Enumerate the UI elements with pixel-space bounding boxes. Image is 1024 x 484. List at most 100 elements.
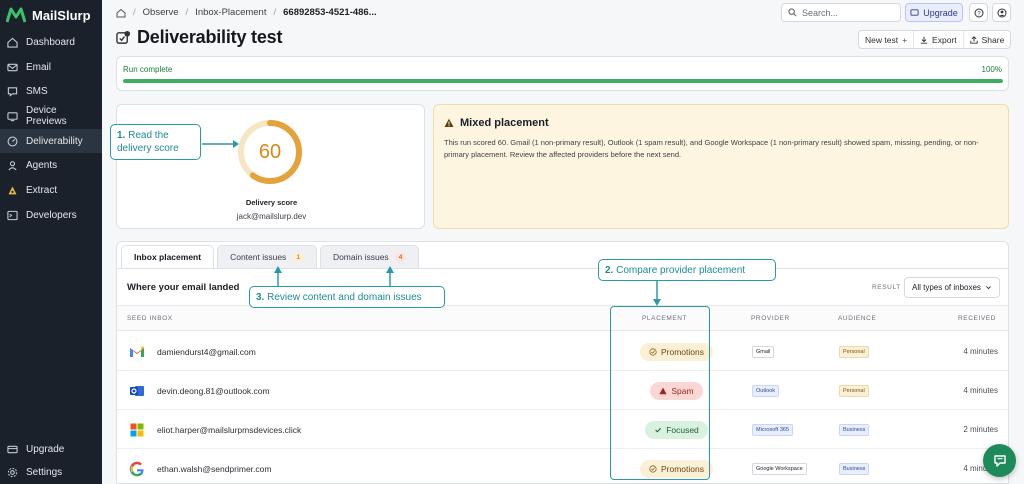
topbar: / Observe / Inbox-Placement / 66892853-4…	[102, 0, 1024, 26]
placement-card: Inbox placement Content issues 1 Domain …	[116, 241, 1009, 484]
received-time: 4 minutes	[963, 386, 998, 395]
col-seed-inbox: SEED INBOX	[127, 315, 173, 322]
user-icon	[997, 8, 1006, 17]
received-time: 4 minutes	[963, 347, 998, 356]
sidebar-item-label: SMS	[26, 86, 48, 98]
callout-read-score: 1. Read the delivery score	[110, 124, 201, 160]
home-icon[interactable]	[116, 8, 126, 18]
home-icon	[7, 37, 18, 48]
callout-number: 3.	[256, 292, 265, 303]
sidebar-item-settings[interactable]: Settings	[0, 461, 102, 484]
callout-compare-placement: 2. Compare provider placement	[598, 259, 776, 281]
breadcrumb: / Observe / Inbox-Placement / 66892853-4…	[116, 7, 377, 18]
breadcrumb-separator: /	[133, 7, 136, 18]
sidebar-item-extract[interactable]: Extract	[0, 178, 102, 203]
page-title: Deliverability test	[137, 27, 283, 47]
search-placeholder: Search...	[802, 7, 839, 18]
result-select-value: All types of inboxes	[912, 283, 981, 292]
breadcrumb-observe[interactable]: Observe	[143, 7, 179, 18]
col-provider: PROVIDER	[751, 315, 790, 322]
chat-icon	[7, 86, 18, 97]
tab-domain-issues[interactable]: Domain issues 4	[319, 245, 420, 268]
new-test-label: New test	[865, 34, 899, 45]
brand[interactable]: MailSlurp	[0, 0, 102, 30]
placement-badge: Promotions	[640, 342, 713, 361]
breadcrumb-inbox-placement[interactable]: Inbox-Placement	[195, 7, 266, 18]
brand-name: MailSlurp	[32, 7, 91, 23]
audience-tag: Business	[839, 423, 870, 436]
mixed-placement-text: This run scored 60. Gmail (1 non-primary…	[444, 138, 979, 159]
sidebar-item-label: Extract	[26, 184, 58, 196]
provider-tag: Google Workspace	[752, 462, 807, 475]
sidebar-item-dashboard[interactable]: Dashboard	[0, 30, 102, 55]
device-icon	[7, 111, 18, 122]
tab-content-issues[interactable]: Content issues 1	[217, 245, 317, 268]
account-button[interactable]	[992, 3, 1011, 22]
terminal-icon	[7, 210, 18, 221]
tab-badge: 1	[292, 252, 304, 262]
upgrade-icon	[910, 9, 919, 16]
table-row[interactable]: ethan.walsh@sendprimer.com Promotions Goog…	[117, 449, 1008, 483]
placement-badge: Focused	[645, 420, 708, 439]
tab-bar: Inbox placement Content issues 1 Domain …	[121, 245, 420, 268]
mixed-placement-heading: Mixed placement	[460, 117, 549, 129]
table-row[interactable]: eliot.harper@mailslurpmsdevices.click Foc…	[117, 410, 1008, 449]
sidebar-item-device-previews[interactable]: Device Previews	[0, 104, 102, 129]
extract-icon	[7, 185, 18, 196]
chevron-down-icon	[986, 286, 991, 290]
result-select[interactable]: All types of inboxes	[904, 277, 1000, 298]
sidebar-item-upgrade[interactable]: Upgrade	[0, 438, 102, 461]
share-button[interactable]: Share	[964, 31, 1011, 48]
callout-text: Compare provider placement	[616, 265, 746, 276]
sidebar-item-label: Deliverability	[26, 135, 83, 147]
sidebar-nav: Dashboard Email SMS Device Previews Delivera…	[0, 30, 102, 228]
help-button[interactable]: ?	[969, 3, 988, 22]
callout-text: delivery score	[117, 143, 179, 154]
help-icon: ?	[974, 8, 983, 17]
sidebar-item-label: Agents	[26, 160, 58, 172]
provider-tag: Outlook	[752, 384, 779, 397]
sidebar-item-email[interactable]: Email	[0, 55, 102, 80]
export-button[interactable]: Export	[914, 31, 964, 48]
callout-number: 2.	[605, 265, 614, 276]
microsoft-icon	[129, 422, 145, 438]
seed-inbox-email[interactable]: damiendurst4@gmail.com	[157, 347, 256, 357]
promotions-icon	[649, 464, 657, 473]
gmail-icon	[129, 344, 145, 360]
progress-fill	[123, 79, 1003, 83]
chat-button[interactable]	[983, 444, 1016, 477]
tabs-divider	[117, 268, 1008, 269]
sidebar-item-deliverability[interactable]: Deliverability	[0, 128, 102, 154]
page-title-row: Deliverability test	[116, 27, 282, 48]
table-row[interactable]: damiendurst4@gmail.com Promotions Gmail Per…	[117, 332, 1008, 371]
upgrade-icon	[7, 444, 18, 455]
new-test-button[interactable]: New test +	[859, 31, 915, 48]
table-row[interactable]: devin.deong.81@outlook.com Spam Outlook Per…	[117, 371, 1008, 410]
score-email: jack@mailslurp.dev	[236, 212, 307, 221]
sidebar-item-agents[interactable]: Agents	[0, 153, 102, 178]
mixed-placement-card: Mixed placement This run scored 60. Gmai…	[433, 104, 1009, 229]
progress-percent: 100%	[981, 65, 1002, 74]
upgrade-button[interactable]: Upgrade	[905, 3, 963, 22]
search-input[interactable]: Search...	[781, 3, 901, 22]
tab-inbox-placement[interactable]: Inbox placement	[121, 245, 215, 268]
tab-label: Domain issues	[332, 252, 389, 262]
gear-icon	[7, 467, 18, 478]
agent-icon	[7, 160, 18, 171]
seed-inbox-email[interactable]: devin.deong.81@outlook.com	[157, 386, 270, 396]
plus-icon: +	[902, 34, 908, 45]
callout-review-issues: 3. Review content and domain issues	[249, 286, 445, 308]
sidebar-item-label: Email	[26, 61, 52, 73]
score-value: 60	[258, 140, 282, 163]
seed-inbox-email[interactable]: ethan.walsh@sendprimer.com	[157, 464, 271, 474]
sidebar-item-label: Device Previews	[26, 105, 67, 128]
seed-inbox-email[interactable]: eliot.harper@mailslurpmsdevices.click	[157, 425, 301, 435]
audience-tag: Personal	[839, 345, 869, 358]
mailslurp-logo-icon	[6, 7, 26, 23]
warning-icon	[444, 118, 454, 127]
callout-text: Review content and domain issues	[267, 292, 422, 303]
placement-label: Promotions	[661, 346, 704, 357]
progress-label: Run complete	[123, 65, 173, 74]
sidebar-item-sms[interactable]: SMS	[0, 79, 102, 104]
sidebar-item-developers[interactable]: Developers	[0, 203, 102, 228]
